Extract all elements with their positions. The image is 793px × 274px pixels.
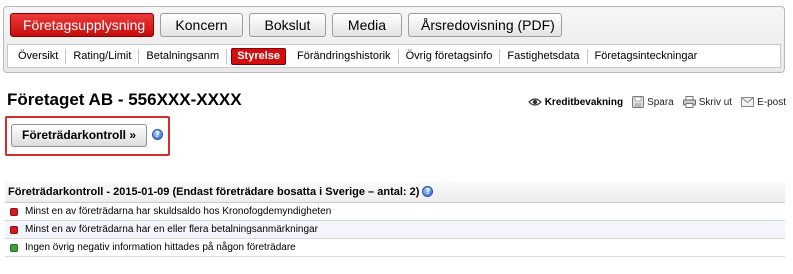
row-text: Minst en av företrädarna har en eller fl… [25,224,318,235]
table-row: Ingen övrig negativ information hittades… [5,239,785,257]
navigation-panel: Företagsupplysning Koncern Bokslut Media… [3,6,785,73]
kreditbevakning-label: Kreditbevakning [544,96,624,108]
sub-navigation: Översikt Rating/Limit Betalningsanm Styr… [7,44,781,68]
results-header: Företrädarkontroll - 2015-01-09 (Endast … [5,181,785,203]
highlight-frame: Företrädarkontroll » ? [5,116,170,156]
results-table: Företrädarkontroll - 2015-01-09 (Endast … [5,181,785,257]
main-tabs: Företagsupplysning Koncern Bokslut Media… [10,13,568,37]
status-green-icon [10,243,18,252]
subtab-betalningsanm[interactable]: Betalningsanm [139,48,228,64]
subtab-oversikt[interactable]: Översikt [13,48,67,64]
epost-link[interactable]: E-post [741,97,786,108]
subtab-forandringshistorik[interactable]: Förändringshistorik [290,48,399,64]
page-title: Företaget AB - 556XXX-XXXX [7,90,242,109]
status-red-icon [10,207,18,216]
subtab-foretagsinteckningar[interactable]: Företagsinteckningar [588,49,705,64]
tab-koncern[interactable]: Koncern [160,13,243,37]
skriv-ut-label: Skriv ut [698,96,733,108]
help-icon[interactable]: ? [152,129,163,140]
status-red-icon [10,225,18,234]
envelope-icon [741,97,755,107]
spara-label: Spara [647,96,674,108]
eye-icon [527,97,542,107]
tab-bokslut[interactable]: Bokslut [249,13,326,37]
printer-icon [682,96,696,108]
kreditbevakning-link[interactable]: Kreditbevakning [527,96,624,108]
subtab-rating-limit[interactable]: Rating/Limit [66,48,140,64]
skriv-ut-link[interactable]: Skriv ut [682,96,733,108]
table-row: Minst en av företrädarna har skuldsaldo … [5,203,785,221]
save-icon [632,96,645,108]
tab-foretagsupplysning[interactable]: Företagsupplysning [10,13,154,37]
subtab-styrelse[interactable]: Styrelse [231,47,287,65]
results-header-text: Företrädarkontroll - 2015-01-09 (Endast … [8,185,420,198]
subtab-fastighetsdata[interactable]: Fastighetsdata [500,48,588,64]
epost-label: E-post [757,96,786,108]
row-text: Ingen övrig negativ information hittades… [25,242,296,253]
tab-media[interactable]: Media [332,13,402,37]
help-icon[interactable]: ? [422,186,434,197]
tab-arsredovisning-pdf[interactable]: Årsredovisning (PDF) [408,13,562,37]
foretradarkontroll-button[interactable]: Företrädarkontroll » [11,124,148,147]
action-bar: Kreditbevakning Spara Skriv ut E-post [519,96,786,108]
table-row: Minst en av företrädarna har en eller fl… [5,221,785,239]
subtab-ovrig-foretagsinfo[interactable]: Övrig företagsinfo [399,48,501,64]
spara-link[interactable]: Spara [632,96,674,108]
row-text: Minst en av företrädarna har skuldsaldo … [25,206,332,217]
